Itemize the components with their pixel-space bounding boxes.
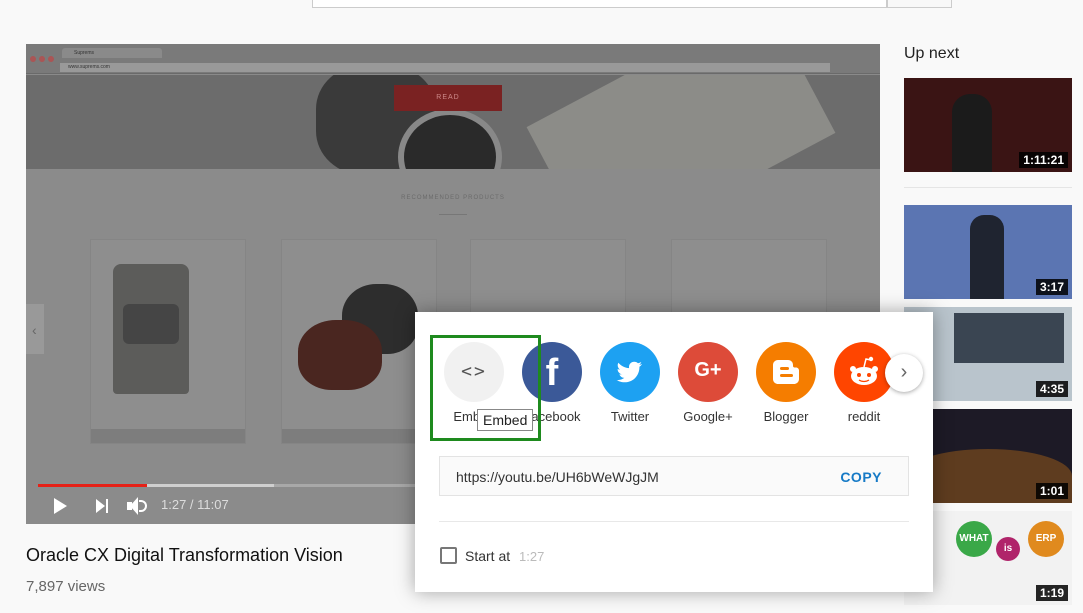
duration-badge: 1:19 [1035,585,1068,601]
recorded-section-heading: RECOMMENDED PRODUCTS [401,195,505,201]
share-url-field[interactable]: https://youtu.be/UH6bWeWJgJM COPY [439,456,909,496]
duration-badge: 1:11:21 [1019,152,1068,168]
up-next-heading: Up next [904,45,960,62]
copy-button[interactable]: COPY [840,469,882,485]
share-dialog: <> Embed f Facebook Twitter G+ Google+ B… [415,312,933,592]
search-input[interactable] [312,0,887,8]
up-next-thumbnail[interactable]: 1:11:21 [904,78,1072,172]
related-video-thumbnail[interactable]: 3:17 [904,205,1072,299]
google-plus-icon[interactable]: G+ [678,342,738,402]
chevron-right-icon[interactable]: › [885,354,923,392]
thumbnail-bubble: WHAT [956,521,992,557]
duration-badge: 3:17 [1035,279,1068,295]
share-blogger[interactable]: Blogger [751,342,821,424]
duration-badge: 1:01 [1035,483,1068,499]
recorded-carousel-arrow: ‹ [26,304,44,354]
video-title: Oracle CX Digital Transformation Vision [26,545,343,565]
divider [439,521,909,522]
recorded-tab: Suprems [62,48,162,58]
share-label: Twitter [610,409,650,424]
share-label: Google+ [683,409,733,424]
share-google-plus[interactable]: G+ Google+ [673,342,743,424]
recorded-url: www.suprems.com [60,63,830,72]
duration-badge: 4:35 [1035,381,1068,397]
blogger-icon[interactable] [756,342,816,402]
share-twitter[interactable]: Twitter [595,342,665,424]
embed-tooltip: Embed [477,409,534,431]
twitter-bird-icon[interactable] [600,342,660,402]
recorded-product-card [281,239,437,444]
play-icon[interactable] [54,498,67,514]
share-url[interactable]: https://youtu.be/UH6bWeWJgJM [456,469,659,485]
start-at-label[interactable]: Start at [465,548,510,564]
recorded-hero-image: READ [26,75,880,169]
volume-icon[interactable] [127,497,149,515]
recorded-browser-chrome: Suprems www.suprems.com [26,44,880,74]
divider [904,187,1072,188]
thumbnail-bubble: is [996,537,1020,561]
thumbnail-bubble: ERP [1028,521,1064,557]
share-label: Blogger [763,409,809,424]
recorded-read-button: READ [394,85,502,111]
start-at-time: 1:27 [519,549,545,564]
next-video-icon[interactable] [96,499,110,513]
time-display: 1:27 / 11:07 [161,497,229,512]
view-count: 7,897 views [26,578,106,595]
buffer-fill [146,484,274,487]
start-at-checkbox[interactable] [440,547,457,564]
recorded-product-card [90,239,246,444]
share-label: reddit [847,409,881,424]
search-button[interactable] [887,0,952,8]
progress-fill [38,484,147,487]
